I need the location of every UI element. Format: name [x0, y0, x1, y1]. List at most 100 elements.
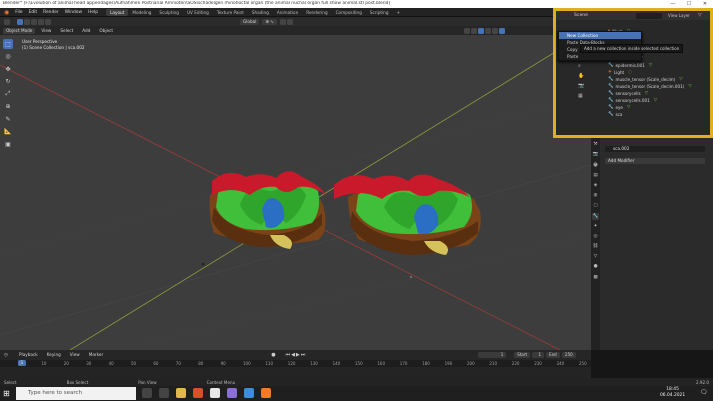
start-frame-field[interactable]: 1	[532, 352, 545, 358]
tab-layout[interactable]: Layout	[106, 8, 129, 16]
snap-toggle[interactable]: ⊕ ∿	[262, 18, 277, 25]
tab-compositing[interactable]: Compositing	[332, 9, 366, 16]
cortana-icon[interactable]	[142, 388, 152, 398]
overlays-toggle-icon[interactable]	[478, 27, 484, 34]
model-left[interactable]	[209, 171, 327, 249]
menu-help[interactable]: Help	[88, 10, 98, 15]
select-box-icon[interactable]	[17, 18, 23, 25]
tab-uv-editing[interactable]: UV Editing	[183, 9, 213, 16]
end-frame-field[interactable]: 250	[561, 352, 576, 358]
scale-tool-icon[interactable]: ⤢	[3, 89, 13, 99]
view-layer-label[interactable]: View Layer	[668, 13, 690, 18]
move-tool-icon[interactable]: ✥	[3, 64, 13, 74]
zoom-icon[interactable]: ⌕	[578, 63, 584, 69]
object-properties-icon[interactable]: ▢	[592, 202, 599, 209]
menu-playback[interactable]: Playback	[16, 352, 41, 358]
measure-tool-icon[interactable]: 📐	[3, 127, 13, 137]
close-button[interactable]: ✕	[697, 0, 713, 8]
file-explorer-icon[interactable]	[176, 388, 186, 398]
xray-toggle-icon[interactable]	[485, 27, 491, 34]
tool-properties-icon[interactable]: ⚒	[592, 141, 599, 148]
transform-orientation-dropdown[interactable]: Global	[240, 18, 260, 25]
maximize-button[interactable]: ☐	[681, 0, 697, 8]
scene-properties-icon[interactable]: ◈	[592, 182, 599, 189]
gizmo-toggle-icon[interactable]	[471, 27, 477, 34]
timeline-editor-icon[interactable]: ◷	[4, 353, 8, 358]
world-properties-icon[interactable]: ◍	[592, 192, 599, 199]
select-subtract-icon[interactable]	[31, 18, 37, 25]
outliner-item[interactable]: ☀ Light ◌	[608, 70, 708, 77]
shading-wireframe-icon[interactable]	[492, 27, 498, 34]
filter-icon[interactable]: ▽	[698, 13, 702, 18]
select-extend-icon[interactable]	[24, 18, 30, 25]
windows-start-icon[interactable]: ⊞	[3, 389, 10, 398]
menu-edit[interactable]: Edit	[29, 10, 38, 15]
view-layer-properties-icon[interactable]: ▤	[592, 172, 599, 179]
outliner-search-input[interactable]	[636, 12, 663, 19]
system-clock[interactable]: 18:45 06.04.2021	[660, 387, 685, 399]
camera-icon[interactable]: 📷	[578, 83, 584, 89]
task-view-icon[interactable]	[159, 388, 169, 398]
modifier-properties-icon[interactable]: 🔧	[592, 212, 599, 220]
grid-icon[interactable]: ▦	[578, 93, 584, 99]
keyframe-track[interactable]	[0, 367, 591, 378]
outliner-item[interactable]: 🔧 eye ▽	[608, 105, 708, 112]
select-invert-icon[interactable]	[38, 18, 44, 25]
menu-file[interactable]: File	[15, 10, 22, 15]
menu-window[interactable]: Window	[65, 10, 82, 15]
current-frame-field[interactable]: 1	[478, 352, 507, 358]
menu-select[interactable]: Select	[57, 28, 76, 34]
editor-type-icon[interactable]	[4, 18, 10, 25]
transform-tool-icon[interactable]: ⊕	[3, 102, 13, 112]
object-name-field[interactable]: sca.002	[605, 146, 705, 152]
add-cube-tool-icon[interactable]: ▣	[3, 139, 13, 149]
material-properties-icon[interactable]: ●	[592, 263, 599, 270]
tab-scripting[interactable]: Scripting	[366, 9, 393, 16]
3d-viewport[interactable]: ⬚ ◎ ✥ ↻ ⤢ ⊕ ✎ 📐 ▣ User Perspective (1) S…	[0, 35, 591, 350]
constraints-properties-icon[interactable]: ⛓	[592, 243, 599, 250]
notification-icon[interactable]: 🗨	[700, 389, 708, 396]
visibility-icon[interactable]	[464, 27, 470, 34]
chrome-icon[interactable]	[210, 388, 220, 398]
add-workspace-button[interactable]: +	[393, 9, 405, 16]
timeline-body[interactable]: 1 0 10 20 30 40 50 60 70 80 90 100 110 120 130 140 150 1…	[0, 360, 591, 378]
menu-timeline-view[interactable]: View	[67, 352, 83, 358]
tab-shading[interactable]: Shading	[248, 9, 273, 16]
outliner-item[interactable]: 🔧 muscle_tensor (Scale_decim) ▽	[608, 77, 708, 84]
add-modifier-dropdown[interactable]: Add Modifier	[605, 158, 705, 164]
minimize-button[interactable]: —	[665, 0, 681, 8]
outliner-item[interactable]: 🔧 epidermis.001 ▽	[608, 63, 708, 70]
paste-menu-item[interactable]: Paste	[559, 53, 641, 60]
menu-add[interactable]: Add	[79, 28, 93, 34]
menu-view[interactable]: View	[38, 28, 54, 34]
object-mode-dropdown[interactable]: Object Mode	[3, 27, 36, 34]
menu-marker[interactable]: Marker	[86, 352, 106, 358]
new-collection-menu-item[interactable]: New Collection	[559, 32, 641, 39]
menu-render[interactable]: Render	[43, 10, 59, 15]
shading-solid-icon[interactable]	[499, 27, 505, 34]
outliner-item[interactable]: 🔧 sensorycells.001 ▽	[608, 98, 708, 105]
tab-sculpting[interactable]: Sculpting	[155, 9, 183, 16]
particles-properties-icon[interactable]: ✦	[592, 223, 599, 230]
data-properties-icon[interactable]: ▽	[592, 253, 599, 260]
firefox-icon[interactable]	[193, 388, 203, 398]
tab-texture-paint[interactable]: Texture Paint	[213, 9, 248, 16]
app-icon[interactable]	[227, 388, 237, 398]
tab-animation[interactable]: Animation	[273, 9, 302, 16]
hand-icon[interactable]: ✋	[578, 73, 584, 79]
proportional-editing-icon[interactable]	[279, 18, 286, 25]
playback-controls[interactable]: ⏮◀▶⏭	[286, 352, 307, 358]
tab-modeling[interactable]: Modeling	[128, 9, 155, 16]
blender-logo-icon[interactable]: ◉	[4, 9, 9, 16]
menu-keying[interactable]: Keying	[44, 352, 64, 358]
record-button[interactable]: ●	[271, 352, 275, 358]
texture-properties-icon[interactable]: ▩	[592, 274, 599, 281]
proportional-falloff-icon[interactable]	[286, 18, 293, 25]
outliner-item[interactable]: 🔧 sca	[608, 112, 708, 119]
taskbar-search-input[interactable]: Type here to search	[16, 387, 136, 400]
model-right[interactable]	[334, 174, 481, 255]
light-object[interactable]	[201, 262, 205, 266]
select-tool-icon[interactable]: ⬚	[3, 39, 13, 49]
render-properties-icon[interactable]: 📷	[592, 151, 599, 158]
scene-label[interactable]: Scene	[574, 13, 588, 18]
